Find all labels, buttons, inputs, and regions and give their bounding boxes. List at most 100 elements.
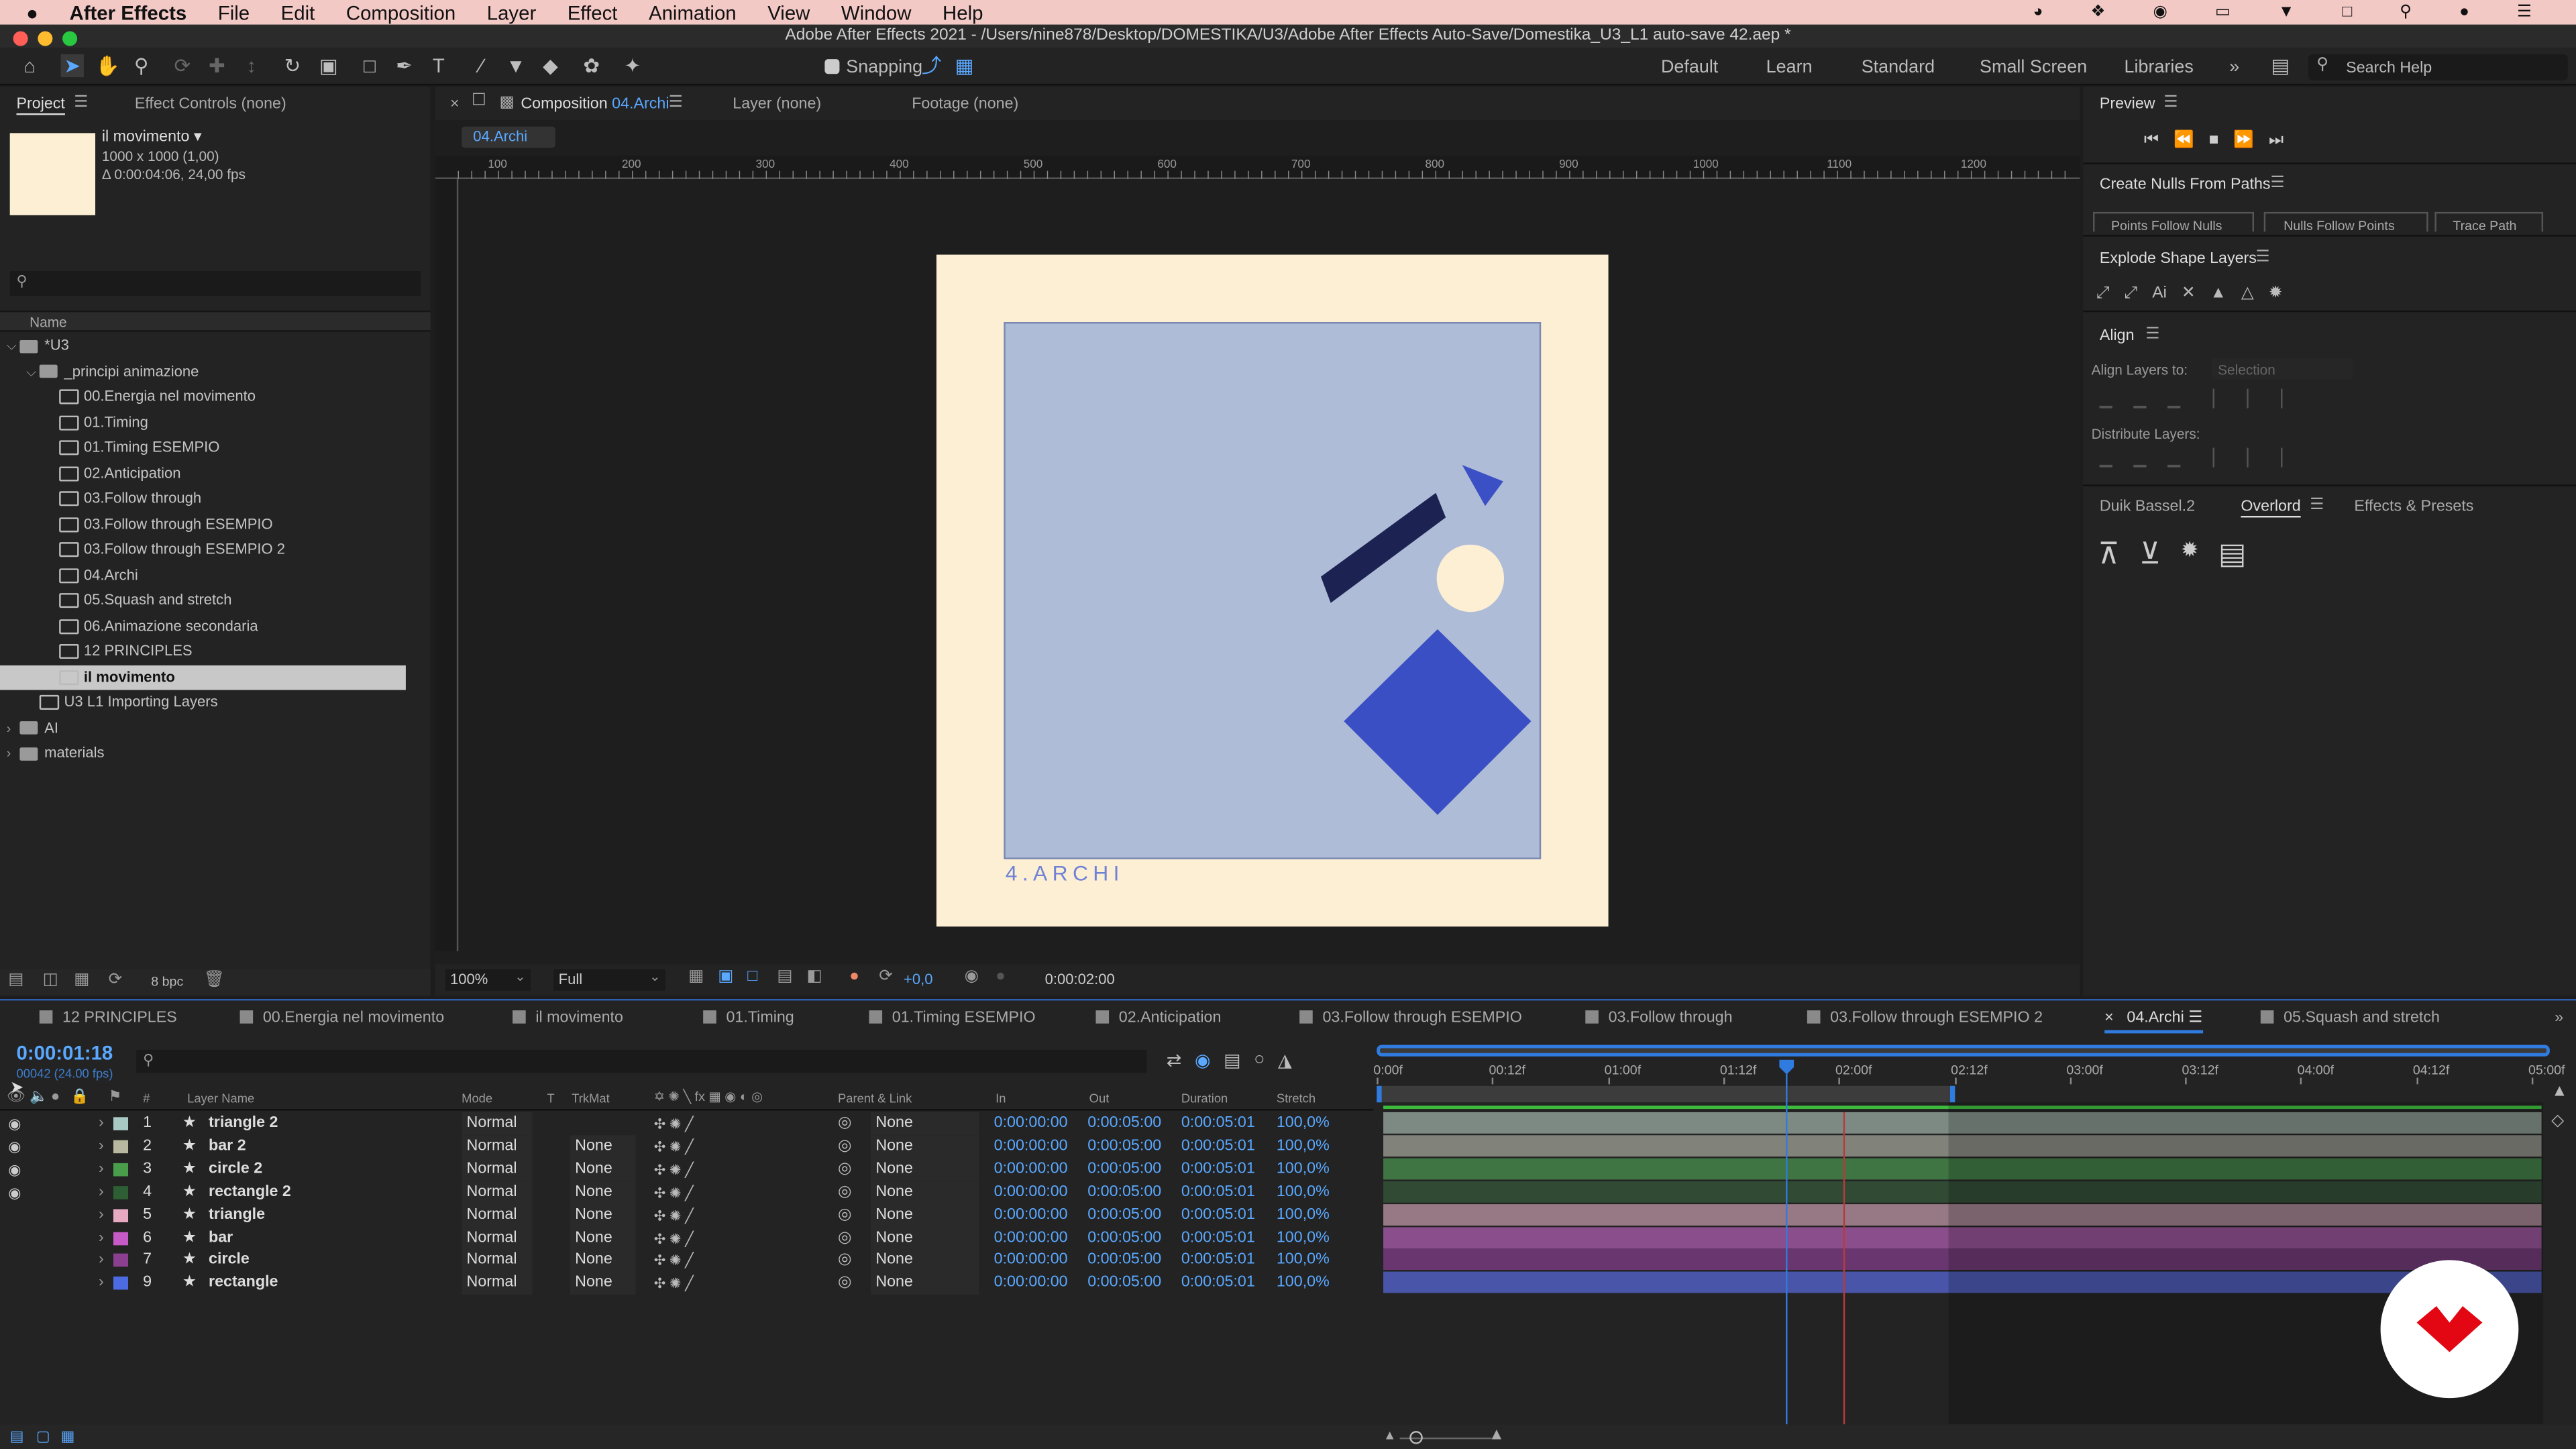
solo-icon[interactable]: ● [51,1087,60,1104]
roto-brush-tool-icon[interactable]: ✿ [580,54,602,77]
column-mode[interactable]: Mode [462,1091,492,1106]
column-layer-name[interactable]: Layer Name [187,1091,254,1106]
home-icon[interactable]: ⌂ [18,54,41,77]
timeline-tab[interactable]: 01.Timing [703,1000,794,1036]
close-tab-icon[interactable]: × [450,95,460,113]
project-item[interactable]: il movimento [0,664,406,690]
column-duration[interactable]: Duration [1181,1091,1228,1106]
create-nulls-title[interactable]: Create Nulls From Paths [2100,176,2271,194]
search-help-field[interactable]: ⚲ Search Help [2308,54,2568,81]
time-navigator[interactable] [1377,1044,2550,1057]
bit-depth-button[interactable]: 8 bpc [151,974,183,989]
overlord-options-icon[interactable]: ✹ [2181,537,2199,572]
disclosure-open-icon[interactable]: ⌵ [26,359,40,384]
overlord-dock-icon[interactable]: ▤ [2218,537,2247,572]
more-tabs-icon[interactable]: » [2555,1009,2563,1027]
disclosure-closed-icon[interactable]: › [7,716,20,741]
project-item[interactable]: 02.Anticipation [0,461,406,486]
time-navigator-range[interactable] [1377,1044,2550,1057]
clone-stamp-tool-icon[interactable]: ▼ [504,54,527,77]
control-center-icon[interactable]: ☰ [2517,3,2532,21]
project-menu-icon[interactable]: ☰ [74,94,88,112]
distribute-right-icon[interactable]: ▕ [2269,450,2282,468]
preview-panel-title[interactable]: Preview [2100,95,2155,113]
timeline-tab[interactable]: 01.Timing ESEMPIO [869,1000,1036,1036]
project-item[interactable]: U3 L1 Importing Layers [0,690,406,715]
draft-3d-icon[interactable]: ◉ [1195,1050,1211,1071]
explode-icon[interactable]: ⤢ [2096,284,2110,303]
overlord-menu-icon[interactable]: ☰ [2310,496,2324,515]
remove-icon[interactable]: ✕ [2182,284,2196,303]
show-snapshot-icon[interactable]: ● [996,967,1006,985]
tab-overlord[interactable]: Overlord [2241,498,2300,516]
current-time-indicator[interactable] [1779,1059,1794,1425]
dolly-tool-icon[interactable]: ↕ [240,54,263,77]
triangle-shape[interactable] [1462,465,1503,506]
timeline-tab[interactable]: 03.Follow through ESEMPIO [1299,1000,1522,1036]
composition-mini-flowchart-icon[interactable]: ⇄ [1167,1050,1182,1071]
app-menu[interactable]: After Effects [69,1,186,23]
view-options-icon[interactable]: ◧ [806,967,822,985]
column-parent[interactable]: Parent & Link [838,1091,912,1106]
align-right-icon[interactable]: ▁ [2167,391,2180,409]
rectangle-tool-icon[interactable]: □ [358,54,381,77]
timeline-zoom-thumb[interactable] [1409,1431,1423,1444]
project-item[interactable]: › materials [0,741,406,765]
project-search-input[interactable]: ⚲ [9,271,421,296]
menu-composition[interactable]: Composition [346,1,455,23]
time-ruler[interactable]: 0:00f 00:12f 01:00f 01:12f 02:00f 02:12f 03:00… [1373,1058,2565,1085]
diamond-shape[interactable] [1344,629,1532,815]
align-to-select[interactable]: Selection [2211,358,2353,380]
grid-guides-icon[interactable]: ▤ [777,967,792,985]
tab-footage[interactable]: Footage (none) [912,95,1018,113]
exposure-value[interactable]: +0,0 [904,971,933,987]
align-bottom-icon[interactable]: ▕ [2269,391,2282,409]
work-area-end[interactable] [1949,1085,1955,1103]
workspace-libraries[interactable]: Libraries [2125,58,2194,77]
align-left-icon[interactable]: ▁ [2100,391,2112,409]
distribute-left-icon[interactable]: ▕ [2202,450,2214,468]
mask-visibility-icon[interactable]: □ [747,967,757,985]
current-timecode[interactable]: 0:00:01:18 [16,1042,113,1065]
close-tab-icon[interactable]: × [2104,1009,2114,1027]
apple-icon[interactable]: ● [26,1,38,23]
reset-exposure-icon[interactable]: ⟳ [879,967,893,985]
align-menu-icon[interactable]: ☰ [2145,325,2159,343]
disclosure-open-icon[interactable]: ⌵ [7,333,20,358]
stop-icon[interactable]: ■ [2209,131,2219,150]
project-item[interactable]: 01.Timing ESEMPIO [0,435,406,460]
project-item[interactable]: 04.Archi [0,563,406,588]
selection-tool-icon[interactable]: ➤ [60,54,84,78]
tab-layer[interactable]: Layer (none) [733,95,821,113]
column-in[interactable]: In [996,1091,1006,1106]
audio-icon[interactable]: 🔈 [30,1087,48,1106]
column-number[interactable]: # [143,1091,150,1106]
hand-tool-icon[interactable]: ✋ [95,54,120,77]
distribute-bottom-icon[interactable]: ▁ [2167,450,2180,468]
distribute-vcenter-icon[interactable]: ▁ [2134,450,2147,468]
brush-tool-icon[interactable]: ∕ [470,54,492,77]
menu-view[interactable]: View [767,1,810,23]
menu-effect[interactable]: Effect [568,1,618,23]
comp-breadcrumb[interactable]: 04.Archi [462,126,555,148]
label-column-icon[interactable]: ⚑ [109,1087,122,1106]
snapshot-icon[interactable]: ◉ [965,967,979,985]
dropbox-icon[interactable]: ❖ [2090,3,2105,21]
bar-shape[interactable] [1320,492,1446,603]
spotlight-icon[interactable]: ⚲ [2400,3,2412,21]
pull-to-ai-icon[interactable]: ⊻ [2139,537,2161,572]
points-follow-nulls-button[interactable]: Points Follow Nulls [2093,211,2255,232]
record-icon[interactable]: ◉ [2153,3,2167,21]
lock-column-icon[interactable]: 🔒 [70,1087,89,1106]
project-item[interactable]: 01.Timing [0,410,406,435]
layer-switches-toggle-icon[interactable]: ▤ [10,1428,24,1446]
snapping-checkbox[interactable] [824,59,840,74]
project-item[interactable]: 06.Animazione secondaria [0,614,406,639]
trash-icon[interactable]: 🗑 [204,971,225,989]
frame-blending-icon[interactable]: ○ [1254,1050,1265,1071]
timeline-tab[interactable]: 12 PRINCIPLES [39,1000,177,1036]
nulls-menu-icon[interactable]: ☰ [2271,174,2285,193]
project-settings-icon[interactable]: ⟳ [109,971,123,989]
comp-button-icon[interactable]: ◇ [2551,1112,2564,1130]
region-of-interest-icon[interactable]: ▦ [688,967,704,985]
